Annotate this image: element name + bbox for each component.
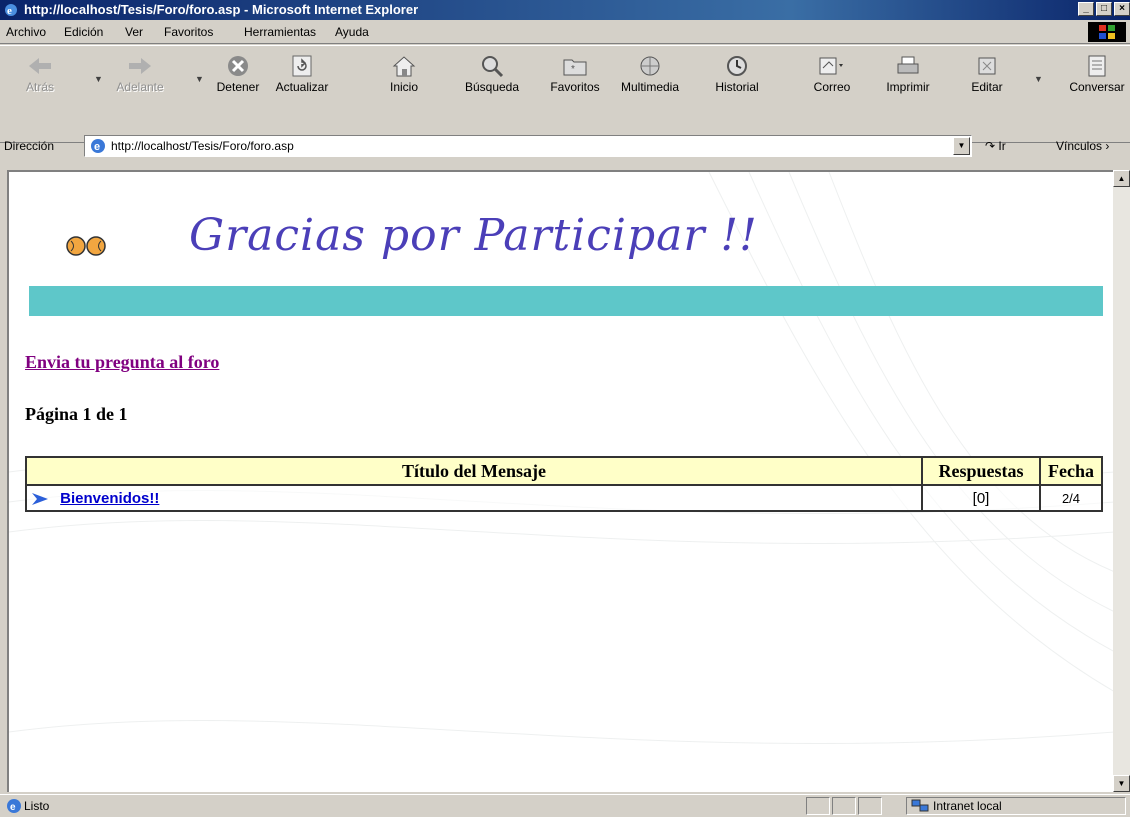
forward-dropdown-icon[interactable]: ▼ (195, 74, 204, 84)
ie-logo-icon: e (5, 4, 17, 17)
go-label: Ir (998, 139, 1006, 153)
favorites-button[interactable]: * Favoritos (545, 48, 605, 104)
zone-label: Intranet local (933, 799, 1002, 813)
home-icon (392, 56, 416, 77)
printer-icon (897, 56, 919, 74)
page-content: Gracias por Participar !! Envia tu pregu… (7, 170, 1113, 792)
address-dropdown-icon[interactable]: ▼ (953, 137, 970, 155)
media-globe-icon (640, 56, 660, 76)
menu-bar: Archivo Edición Ver Favoritos Herramient… (0, 20, 1130, 44)
forum-table: Título del Mensaje Respuestas Fecha Bien… (25, 456, 1103, 512)
edit-icon (978, 57, 996, 75)
status-text: Listo (24, 799, 50, 813)
scroll-down-icon[interactable]: ▼ (1113, 775, 1130, 792)
status-pane-2 (832, 797, 856, 815)
menu-archivo[interactable]: Archivo (6, 20, 46, 44)
svg-text:e: e (94, 141, 100, 153)
status-bar: e Listo Intranet local (0, 794, 1130, 817)
title-bar[interactable]: e http://localhost/Tesis/Foro/foro.asp -… (0, 0, 1130, 20)
vertical-scrollbar[interactable]: ▲ ▼ (1113, 170, 1130, 792)
refresh-icon (292, 55, 312, 77)
message-title-link[interactable]: Bienvenidos!! (60, 490, 159, 507)
status-pane-3 (858, 797, 882, 815)
minimize-button[interactable]: _ (1078, 2, 1094, 16)
menu-ver[interactable]: Ver (125, 20, 143, 44)
address-label: Dirección (4, 139, 55, 153)
stop-button[interactable]: Detener (208, 48, 268, 104)
close-button[interactable]: × (1114, 2, 1130, 16)
links-button[interactable]: Vínculos › (1056, 139, 1109, 153)
window-title: http://localhost/Tesis/Foro/foro.asp - M… (24, 2, 419, 17)
security-zone[interactable]: Intranet local (906, 797, 1126, 815)
status-text-area: e Listo (2, 797, 802, 815)
print-button[interactable]: Imprimir (878, 48, 938, 104)
forward-arrow-icon (129, 58, 151, 74)
svg-text:e: e (10, 802, 16, 813)
status-page-icon: e (7, 799, 21, 813)
refresh-button[interactable]: Actualizar (272, 48, 332, 104)
mail-icon (819, 57, 843, 75)
header-title: Título del Mensaje (25, 456, 923, 486)
menu-ayuda[interactable]: Ayuda (335, 20, 369, 44)
status-pane-1 (806, 797, 830, 815)
address-bar: Dirección e http://localhost/Tesis/Foro/… (0, 130, 1130, 168)
table-row: Bienvenidos!! [0] 2/4 (25, 484, 1103, 512)
windows-logo-icon (1088, 22, 1126, 42)
history-button[interactable]: Historial (707, 48, 767, 104)
address-url: http://localhost/Tesis/Foro/foro.asp (111, 139, 294, 153)
message-title-cell: Bienvenidos!! (25, 484, 923, 512)
stop-icon (228, 56, 248, 76)
arrow-bullet-icon (32, 492, 48, 505)
edit-dropdown-icon[interactable]: ▼ (1034, 74, 1043, 84)
toolbar: Atrás ▼ Adelante ▼ Detener Actualizar In… (0, 45, 1130, 143)
back-dropdown-icon[interactable]: ▼ (94, 74, 103, 84)
media-button[interactable]: Multimedia (620, 48, 680, 104)
svg-text:*: * (571, 64, 575, 75)
history-clock-icon (727, 56, 747, 76)
menu-edicion[interactable]: Edición (64, 20, 103, 44)
forward-button[interactable]: Adelante (110, 48, 170, 104)
post-question-link[interactable]: Envia tu pregunta al foro (25, 352, 219, 373)
mail-button[interactable]: Correo (802, 48, 862, 104)
address-input[interactable]: e http://localhost/Tesis/Foro/foro.asp ▼ (84, 135, 972, 157)
header-replies: Respuestas (921, 456, 1041, 486)
go-button[interactable]: ↷ Ir (985, 139, 1006, 153)
discuss-icon (1088, 55, 1106, 77)
back-button[interactable]: Atrás (10, 48, 70, 104)
page-ie-icon: e (91, 139, 105, 153)
svg-text:e: e (7, 5, 12, 17)
home-button[interactable]: Inicio (374, 48, 434, 104)
search-icon (482, 56, 504, 78)
discuss-button[interactable]: Conversar (1064, 48, 1130, 104)
menu-herramientas[interactable]: Herramientas (244, 20, 316, 44)
page-indicator: Página 1 de 1 (25, 404, 128, 424)
intranet-icon (911, 799, 929, 812)
maximize-button[interactable]: □ (1096, 2, 1112, 16)
search-button[interactable]: Búsqueda (462, 48, 522, 104)
favorites-folder-icon: * (563, 59, 587, 76)
header-date: Fecha (1039, 456, 1103, 486)
go-arrow-icon: ↷ (985, 139, 996, 153)
edit-button[interactable]: Editar (957, 48, 1017, 104)
message-date-cell: 2/4 (1039, 484, 1103, 512)
accent-bar (29, 286, 1103, 316)
scroll-up-icon[interactable]: ▲ (1113, 170, 1130, 187)
menu-favoritos[interactable]: Favoritos (164, 20, 213, 44)
table-header-row: Título del Mensaje Respuestas Fecha (25, 456, 1103, 486)
page-banner: Gracias por Participar !! (189, 210, 758, 261)
decorative-balls-icon (66, 236, 106, 256)
message-replies-cell: [0] (921, 484, 1041, 512)
back-arrow-icon (29, 58, 51, 74)
